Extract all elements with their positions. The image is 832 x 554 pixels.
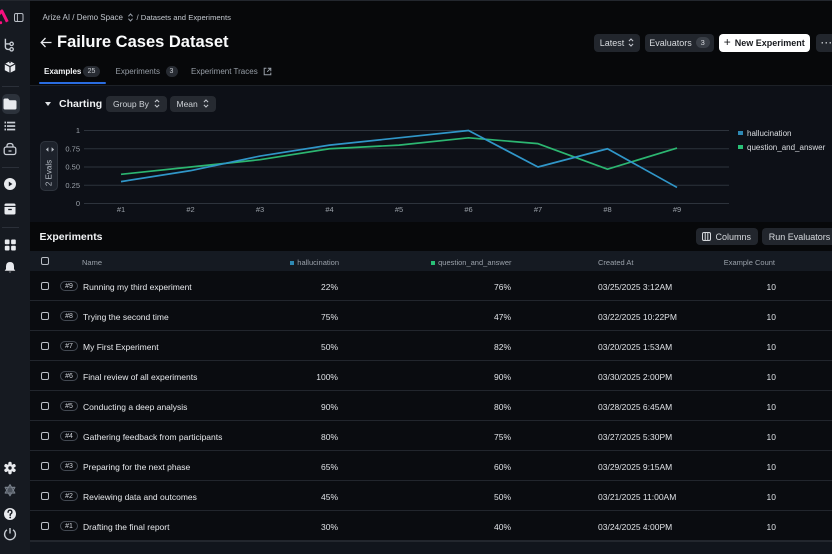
svg-text:#9: #9 (673, 205, 681, 214)
svg-text:#7: #7 (534, 205, 542, 214)
svg-text:#2: #2 (186, 205, 194, 214)
svg-text:0.75: 0.75 (65, 144, 80, 153)
svg-text:#4: #4 (325, 205, 333, 214)
svg-text:0.50: 0.50 (65, 163, 80, 172)
svg-text:#5: #5 (395, 205, 403, 214)
svg-text:#8: #8 (603, 205, 611, 214)
svg-text:#3: #3 (256, 205, 264, 214)
svg-text:0.25: 0.25 (65, 181, 80, 190)
svg-text:0: 0 (76, 199, 80, 208)
svg-text:#6: #6 (464, 205, 472, 214)
svg-text:1: 1 (76, 126, 80, 135)
svg-text:#1: #1 (117, 205, 125, 214)
